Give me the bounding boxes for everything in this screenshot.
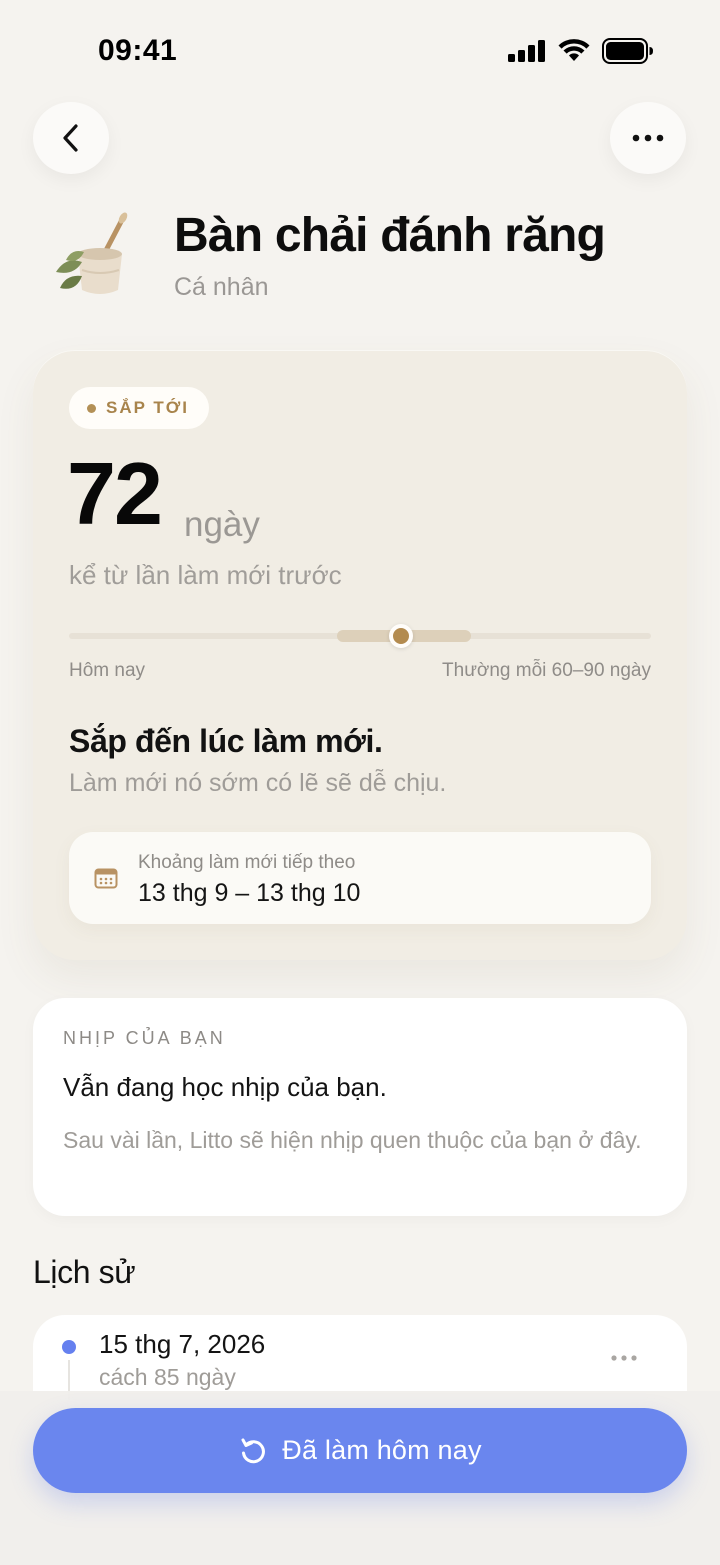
status-time: 09:41	[98, 34, 178, 67]
next-window-label: Khoảng làm mới tiếp theo	[138, 852, 356, 873]
refresh-icon	[241, 1438, 266, 1463]
track-label-today: Hôm nay	[69, 660, 146, 681]
since-text: kể từ lần làm mới trước	[69, 560, 342, 590]
history-ago: cách 85 ngày	[99, 1364, 236, 1390]
status-icons	[508, 38, 654, 64]
rhythm-label: NHỊP CỦA BẠN	[63, 1028, 226, 1048]
track-label-typical: Thường mỗi 60–90 ngày	[442, 660, 651, 681]
history-title: Lịch sử	[33, 1254, 136, 1290]
status-card: SẮP TỚI 72 ngày kể từ lần làm mới trước …	[33, 350, 687, 960]
battery-icon	[602, 38, 653, 64]
next-window-value: 13 thg 9 – 13 thg 10	[138, 879, 361, 907]
timeline-dot	[62, 1340, 76, 1354]
days-count: 72	[67, 444, 163, 543]
ellipsis-icon	[632, 134, 664, 142]
days-unit: ngày	[184, 505, 260, 544]
badge-dot	[87, 403, 96, 413]
toothbrush-cup-icon	[56, 212, 128, 294]
status-badge: SẮP TỚI	[69, 387, 209, 429]
badge-label: SẮP TỚI	[106, 398, 189, 417]
item-title: Bàn chải đánh răng	[174, 209, 606, 262]
item-category: Cá nhân	[174, 273, 269, 301]
progress-track	[69, 624, 651, 648]
history-date: 15 thg 7, 2026	[99, 1329, 266, 1359]
rhythm-card: NHỊP CỦA BẠN Vẫn đang học nhịp của bạn. …	[33, 998, 687, 1216]
entry-more-icon[interactable]	[611, 1355, 637, 1361]
more-options-button[interactable]	[610, 102, 686, 174]
done-today-button[interactable]: Đã làm hôm nay	[33, 1408, 687, 1493]
wifi-icon	[558, 39, 590, 61]
back-button[interactable]	[33, 102, 109, 174]
done-today-label: Đã làm hôm nay	[282, 1435, 482, 1465]
signal-icon	[508, 40, 545, 62]
message-title: Sắp đến lúc làm mới.	[69, 723, 383, 759]
next-window-box: Khoảng làm mới tiếp theo 13 thg 9 – 13 t…	[69, 832, 651, 924]
calendar-icon	[94, 868, 118, 889]
message-subtitle: Làm mới nó sớm có lẽ sẽ dễ chịu.	[69, 769, 447, 797]
rhythm-title: Vẫn đang học nhịp của bạn.	[63, 1072, 387, 1102]
rhythm-description: Sau vài lần, Litto sẽ hiện nhịp quen thu…	[63, 1127, 642, 1153]
status-bar: 09:41	[0, 0, 720, 100]
chevron-left-icon	[63, 124, 78, 152]
progress-marker	[388, 624, 413, 648]
